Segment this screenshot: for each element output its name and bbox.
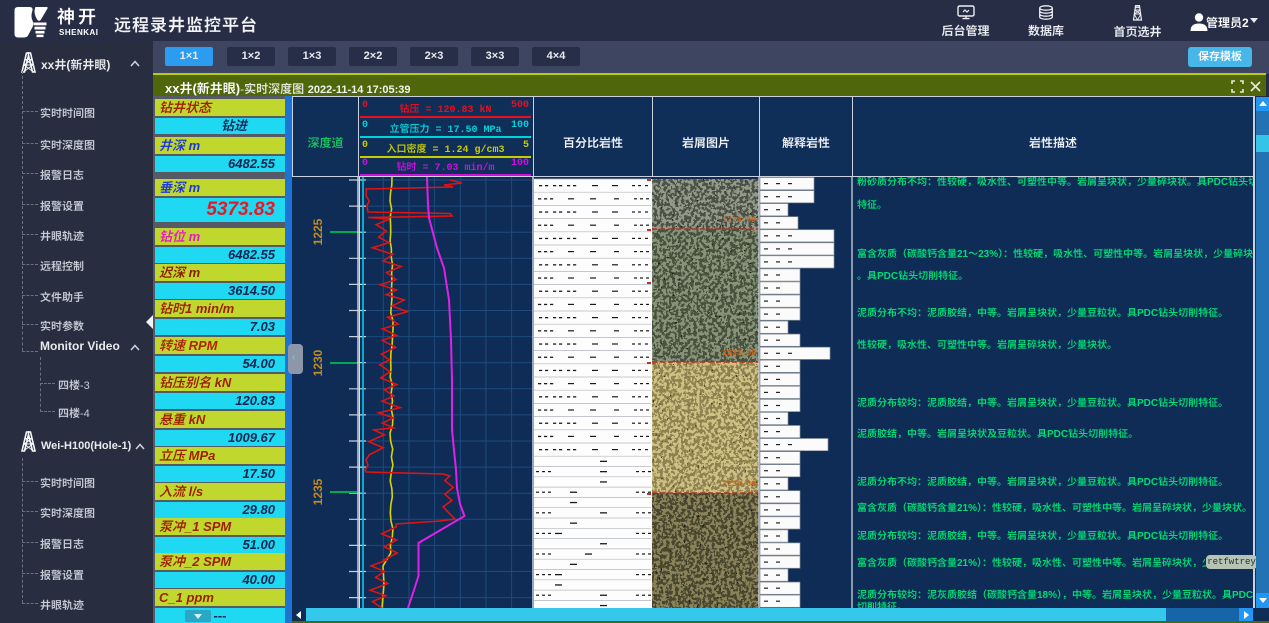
svg-text:1233.00: 1233.00	[722, 349, 756, 358]
svg-text:1230: 1230	[311, 349, 325, 376]
svg-text:1235: 1235	[311, 478, 325, 505]
svg-text:1238.00: 1238.00	[722, 480, 756, 489]
svg-text:1228.00: 1228.00	[722, 216, 756, 225]
svg-text:1225: 1225	[311, 218, 325, 245]
